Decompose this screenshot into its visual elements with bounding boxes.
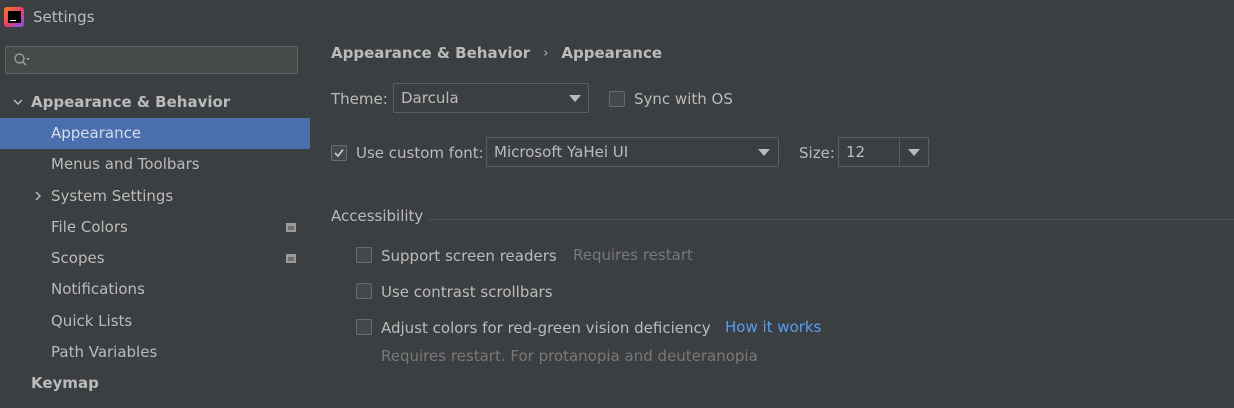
intellij-app-icon	[4, 7, 24, 27]
sidebar-item-label: Menus and Toolbars	[51, 155, 200, 173]
sidebar-item-path-variables[interactable]: Path Variables	[0, 337, 310, 368]
theme-label: Theme:	[331, 90, 388, 108]
font-family-dropdown[interactable]: Microsoft YaHei UI	[486, 137, 779, 167]
breadcrumb-separator-icon: ›	[543, 45, 549, 61]
sidebar-item-label: System Settings	[51, 187, 174, 205]
sync-with-os-checkbox[interactable]	[609, 91, 625, 107]
chevron-down-icon[interactable]	[908, 149, 920, 156]
contrast-scrollbars-checkbox[interactable]	[356, 283, 372, 299]
section-divider	[428, 219, 1234, 220]
use-custom-font-checkbox[interactable]	[331, 145, 347, 161]
chevron-right-icon[interactable]	[33, 191, 43, 201]
search-icon	[14, 53, 30, 66]
sidebar-item-notifications[interactable]: Notifications	[0, 274, 310, 305]
settings-sidebar: Appearance & Behavior Appearance Menus a…	[0, 34, 310, 408]
checkmark-icon	[334, 149, 344, 158]
color-adjust-checkbox[interactable]	[356, 319, 372, 335]
theme-value: Darcula	[401, 89, 459, 107]
font-size-combo[interactable]: 12	[838, 137, 929, 167]
search-input[interactable]	[5, 46, 298, 74]
accessibility-section-title: Accessibility	[331, 207, 424, 225]
project-level-icon	[286, 254, 296, 263]
sidebar-item-appearance-behavior[interactable]: Appearance & Behavior	[0, 87, 310, 118]
project-level-icon	[286, 223, 296, 232]
font-size-label: Size:	[799, 144, 835, 162]
support-screen-readers-label[interactable]: Support screen readers	[381, 247, 557, 265]
sidebar-item-label: Notifications	[51, 280, 145, 298]
sidebar-item-scopes[interactable]: Scopes	[0, 243, 310, 274]
sidebar-item-file-colors[interactable]: File Colors	[0, 212, 310, 243]
breadcrumb-current: Appearance	[561, 44, 663, 62]
window-title: Settings	[33, 8, 95, 26]
sidebar-item-label: Appearance	[51, 124, 142, 142]
how-it-works-link[interactable]: How it works	[725, 318, 821, 336]
title-bar: Settings	[0, 0, 1234, 34]
breadcrumb-parent[interactable]: Appearance & Behavior	[331, 44, 530, 62]
color-adjust-note: Requires restart. For protanopia and deu…	[381, 347, 758, 365]
sidebar-item-label: Path Variables	[51, 343, 158, 361]
sidebar-item-label: Keymap	[31, 374, 99, 392]
sidebar-item-label: Quick Lists	[51, 312, 133, 330]
color-adjust-label[interactable]: Adjust colors for red-green vision defic…	[381, 319, 711, 337]
sidebar-item-system-settings[interactable]: System Settings	[0, 181, 310, 212]
sidebar-item-label: Scopes	[51, 249, 105, 267]
font-family-value: Microsoft YaHei UI	[494, 143, 629, 161]
sidebar-item-keymap[interactable]: Keymap	[0, 368, 310, 399]
theme-dropdown[interactable]: Darcula	[393, 83, 589, 113]
settings-content: Appearance & Behavior › Appearance Theme…	[310, 34, 1234, 408]
breadcrumb: Appearance & Behavior › Appearance	[331, 44, 662, 62]
sidebar-item-menus-and-toolbars[interactable]: Menus and Toolbars	[0, 149, 310, 180]
use-custom-font-label[interactable]: Use custom font:	[356, 144, 484, 162]
sidebar-item-label: File Colors	[51, 218, 128, 236]
screen-readers-note: Requires restart	[573, 246, 693, 264]
contrast-scrollbars-label[interactable]: Use contrast scrollbars	[381, 283, 553, 301]
chevron-down-icon	[569, 95, 581, 102]
sync-with-os-label[interactable]: Sync with OS	[634, 90, 733, 108]
font-size-value[interactable]: 12	[846, 143, 865, 161]
sidebar-item-quick-lists[interactable]: Quick Lists	[0, 306, 310, 337]
sidebar-item-appearance[interactable]: Appearance	[0, 118, 310, 149]
sidebar-item-label: Appearance & Behavior	[31, 93, 231, 111]
chevron-down-icon	[758, 149, 770, 156]
chevron-down-icon[interactable]	[13, 97, 23, 107]
support-screen-readers-checkbox[interactable]	[356, 247, 372, 263]
